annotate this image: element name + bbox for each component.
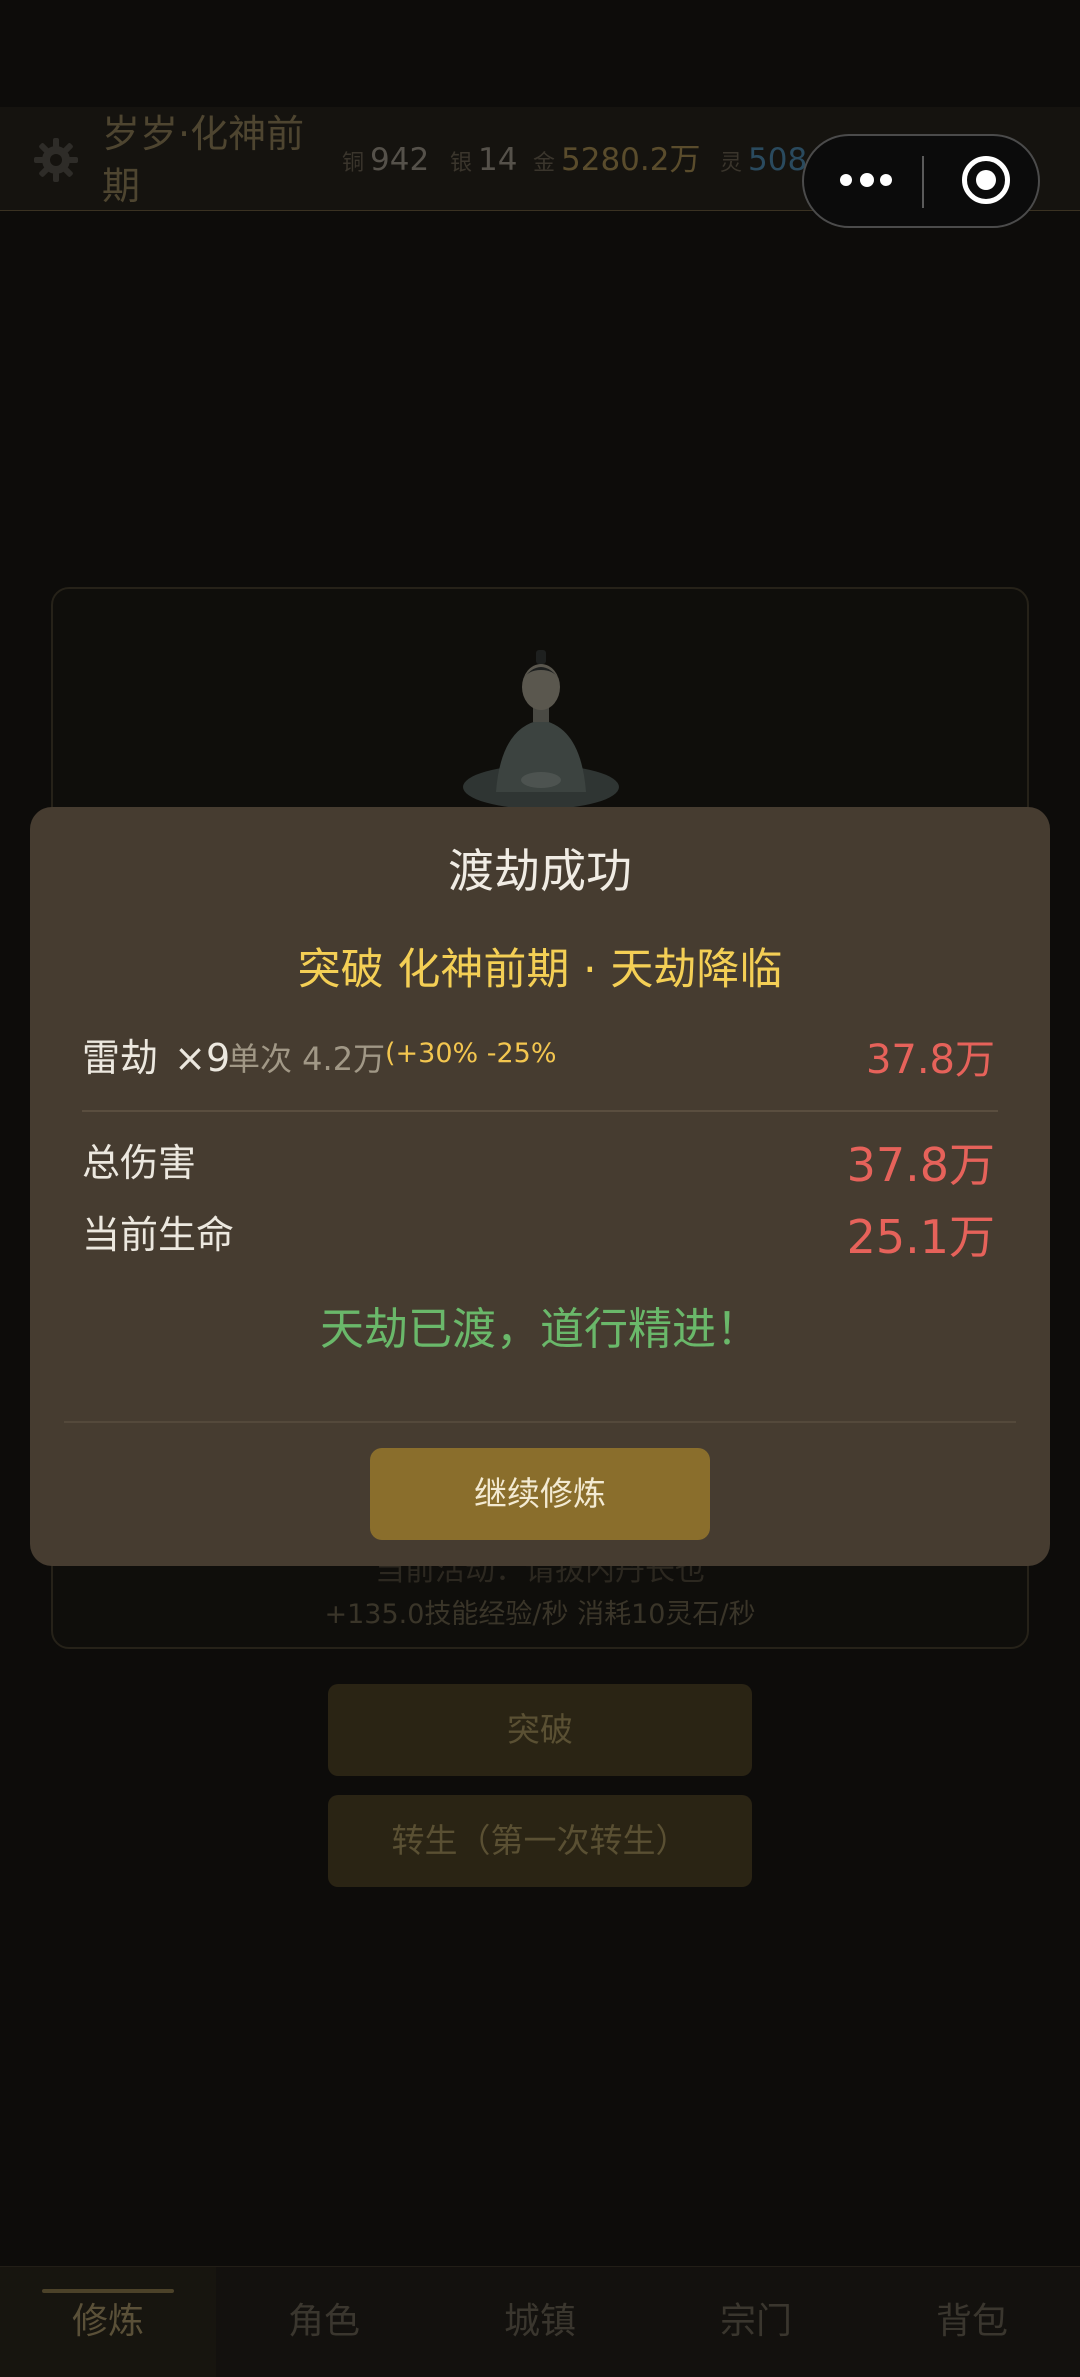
currency-silver-label: 银: [450, 151, 473, 176]
close-miniprogram-icon[interactable]: [962, 156, 1012, 206]
more-icon[interactable]: [838, 164, 894, 198]
currency-copper-label: 铜: [342, 151, 365, 176]
thunder-label: 雷劫: [82, 1036, 159, 1080]
current-hp-value: 25.1万: [846, 1210, 995, 1264]
rebirth-button[interactable]: 转生（第一次转生）: [328, 1795, 752, 1887]
thunder-multiplier: ×9: [174, 1036, 231, 1080]
currency-copper: 铜 942: [342, 140, 429, 184]
total-damage-label: 总伤害: [82, 1141, 197, 1185]
bottom-nav: 修炼 角色 城镇 宗门 背包: [0, 2266, 1080, 2377]
currency-spirit-label: 灵: [720, 151, 743, 176]
player-name: 岁岁·化神前期: [102, 112, 305, 208]
cultivation-rate: +135.0技能经验/秒 消耗10灵石/秒: [324, 1599, 756, 1630]
cultivator-avatar: [463, 650, 619, 809]
tribulation-dialog: 渡劫成功 突破 化神前期 · 天劫降临 雷劫 ×9 单次 4.2万 (+30% …: [30, 807, 1050, 1566]
tab-cultivate[interactable]: 修炼: [0, 2267, 216, 2377]
divider: [64, 1421, 1016, 1423]
dialog-subtitle: 突破 化神前期 · 天劫降临: [297, 945, 783, 995]
currency-gold-value: 5280.2万: [561, 142, 701, 178]
divider: [82, 1110, 998, 1112]
current-hp-label: 当前生命: [82, 1213, 235, 1257]
tab-bag[interactable]: 背包: [864, 2267, 1080, 2377]
thunder-modifiers: (+30% -25%): [385, 1038, 555, 1069]
gear-icon[interactable]: [32, 136, 80, 184]
tab-sect[interactable]: 宗门: [648, 2267, 864, 2377]
currency-copper-value: 942: [370, 142, 430, 178]
continue-cultivate-button[interactable]: 继续修炼: [370, 1448, 710, 1540]
thunder-single-damage: 单次 4.2万: [228, 1040, 386, 1078]
thunder-damage-value: 37.8万: [865, 1037, 995, 1083]
currency-gold: 金 5280.2万: [533, 140, 701, 184]
tab-character[interactable]: 角色: [216, 2267, 432, 2377]
currency-silver-value: 14: [478, 142, 518, 178]
total-damage-value: 37.8万: [846, 1138, 995, 1192]
thunder-row-label: 雷劫 ×9: [82, 1027, 230, 1082]
dialog-title: 渡劫成功: [448, 844, 632, 898]
capsule-divider: [922, 156, 924, 208]
currency-gold-label: 金: [533, 151, 556, 176]
success-message: 天劫已渡，道行精进！: [320, 1304, 760, 1355]
miniprogram-capsule: [802, 134, 1040, 228]
currency-silver: 银 14: [450, 140, 517, 184]
breakthrough-button[interactable]: 突破: [328, 1684, 752, 1776]
tab-town[interactable]: 城镇: [432, 2267, 648, 2377]
